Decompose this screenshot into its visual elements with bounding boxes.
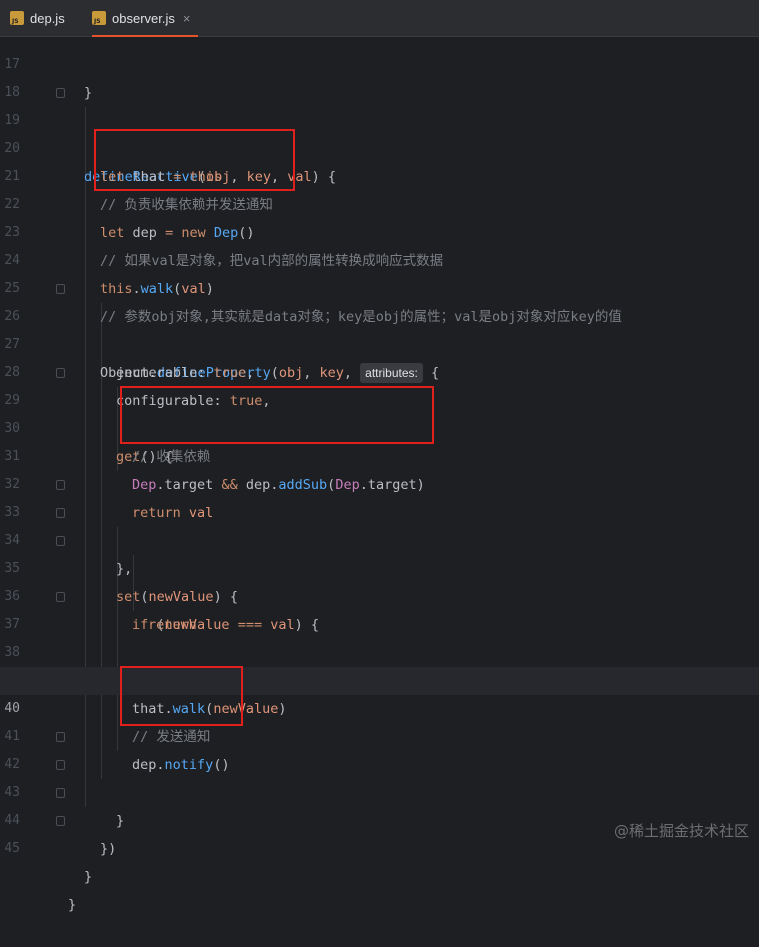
code-line[interactable]: 27 enumerable: true, [0,303,759,381]
fold-icon[interactable] [56,508,65,518]
fold-icon[interactable] [56,368,65,378]
fold-icon[interactable] [56,732,65,742]
fold-icon[interactable] [56,816,65,826]
watermark: @稀土掘金技术社区 [613,822,749,840]
highlight-box-notify [120,666,243,726]
code-line[interactable]: 34 set(newValue) { [0,499,759,605]
fold-icon[interactable] [56,760,65,770]
code-line[interactable]: 35 if (newValue === val) { [0,527,759,633]
code-editor[interactable]: 17 } 18 19 defineReactive(obj, key, val)… [0,37,759,913]
fold-icon[interactable] [56,536,65,546]
fold-icon[interactable] [56,788,65,798]
code-line[interactable]: 41 dep.notify() [0,695,759,773]
highlight-box-collect-deps [120,386,434,444]
line-number: 45 [4,841,20,856]
code-line[interactable]: 29 get() { [0,359,759,465]
code-line[interactable]: 42 } [0,723,759,829]
highlight-box-dep-creation [94,129,295,191]
code-line[interactable]: 37 } [0,583,759,689]
code-line[interactable]: 43 }) [0,751,759,857]
code-line[interactable]: 17 } [0,23,759,101]
code-line[interactable]: 33 }, [0,471,759,577]
code-text: } [84,869,93,885]
code-line[interactable]: 18 [0,51,759,100]
code-line[interactable]: 38 val = newValue [0,611,759,689]
code-line[interactable]: 19 defineReactive(obj, key, val) { [0,79,759,185]
code-line[interactable]: 39 that.walk(newValue) [0,639,759,717]
code-line[interactable]: 28 configurable: true, [0,331,759,409]
code-line[interactable]: 25 // 参数obj对象,其实就是data对象；key是obj的属性；val是… [0,247,759,325]
code-line[interactable]: 44 } [0,779,759,885]
fold-icon[interactable] [56,592,65,602]
code-line[interactable]: 36 return [0,555,759,633]
fold-icon[interactable] [56,284,65,294]
code-text: }) [100,841,117,857]
code-line[interactable]: 24 this.walk(val) [0,219,759,297]
code-line[interactable]: 23 // 如果val是对象，把val内部的属性转换成响应式数据 [0,191,759,269]
code-line[interactable]: 26 Object.defineProperty(obj, key, attri… [0,275,759,383]
code-line[interactable]: 32 return val [0,443,759,521]
code-line-current[interactable]: 40 // 发送通知 [0,667,759,745]
code-text: } [68,897,77,913]
fold-icon[interactable] [56,88,65,98]
fold-icon[interactable] [56,480,65,490]
